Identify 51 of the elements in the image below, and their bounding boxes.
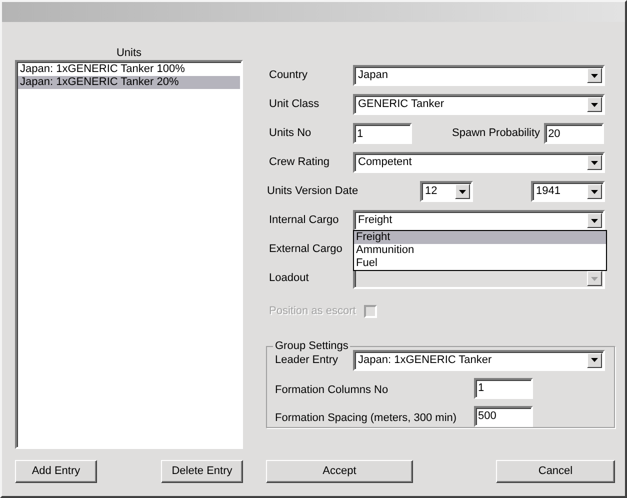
field-label: Formation Columns No	[275, 382, 390, 398]
field-label: Spawn Probability	[452, 126, 540, 142]
caret-icon	[591, 276, 598, 280]
field-label: Loadout	[268, 271, 310, 286]
dropdown-field[interactable]: 1941	[531, 181, 605, 202]
dropdown-field[interactable]: Freight	[353, 210, 605, 231]
caret-icon	[591, 160, 598, 164]
field-label: External Cargo	[268, 242, 344, 258]
dropdown-field[interactable]: Japan	[353, 65, 605, 86]
list-item[interactable]: Japan: 1xGENERIC Tanker 20%	[18, 76, 240, 89]
dialog-button[interactable]: Accept	[266, 460, 413, 483]
field-label: Units Version Date	[266, 184, 360, 200]
dropdown-field[interactable]: GENERIC Tanker	[353, 94, 605, 115]
dropdown-button[interactable]	[455, 184, 470, 199]
dropdown-button[interactable]	[587, 184, 602, 199]
dropdown-field[interactable]: 12	[420, 181, 473, 202]
dropdown-button[interactable]	[587, 68, 602, 83]
entry-button[interactable]: Delete Entry	[161, 460, 243, 483]
dialog-button[interactable]: Cancel	[496, 460, 615, 483]
field-label: Internal Cargo	[268, 213, 340, 228]
input-field[interactable]: 1	[353, 123, 412, 144]
dropdown-option[interactable]: Ammunition	[354, 244, 606, 257]
caret-icon	[591, 74, 598, 78]
field-label: Crew Rating	[268, 155, 331, 170]
dropdown-button[interactable]	[587, 97, 602, 112]
dropdown-button[interactable]	[587, 352, 602, 368]
caret-icon	[591, 190, 598, 194]
input-field[interactable]: 500	[474, 406, 533, 426]
field-label: Position as escort	[268, 304, 356, 320]
dropdown-button[interactable]	[587, 213, 602, 228]
dropdown-button[interactable]	[587, 155, 602, 170]
field-label: Country	[268, 68, 309, 84]
input-field[interactable]: 20	[544, 123, 604, 144]
dropdown-field[interactable]: Japan: 1xGENERIC Tanker	[353, 350, 605, 370]
input-field[interactable]: 1	[474, 378, 533, 398]
group-title: Group Settings	[274, 340, 350, 352]
entry-button[interactable]: Add Entry	[15, 460, 97, 483]
caret-icon	[591, 358, 598, 362]
field-label: Leader Entry	[275, 352, 339, 368]
dropdown-field[interactable]: Competent	[353, 152, 605, 173]
caret-icon	[591, 218, 598, 222]
dropdown-option[interactable]: Freight	[354, 231, 606, 244]
unit-list[interactable]: Japan: 1xGENERIC Tanker 100% Japan: 1xGENERIC Tanker 20%	[15, 60, 243, 449]
dropdown-option[interactable]: Fuel	[354, 257, 606, 270]
list-item[interactable]: Japan: 1xGENERIC Tanker 100%	[18, 63, 240, 76]
caret-icon	[591, 102, 598, 106]
caret-icon	[459, 190, 466, 194]
field-label: Unit Class	[268, 97, 320, 112]
list-label: Units	[116, 46, 142, 60]
field-label: Units No	[268, 126, 312, 142]
field-label: Formation Spacing (meters, 300 min)	[275, 410, 458, 426]
